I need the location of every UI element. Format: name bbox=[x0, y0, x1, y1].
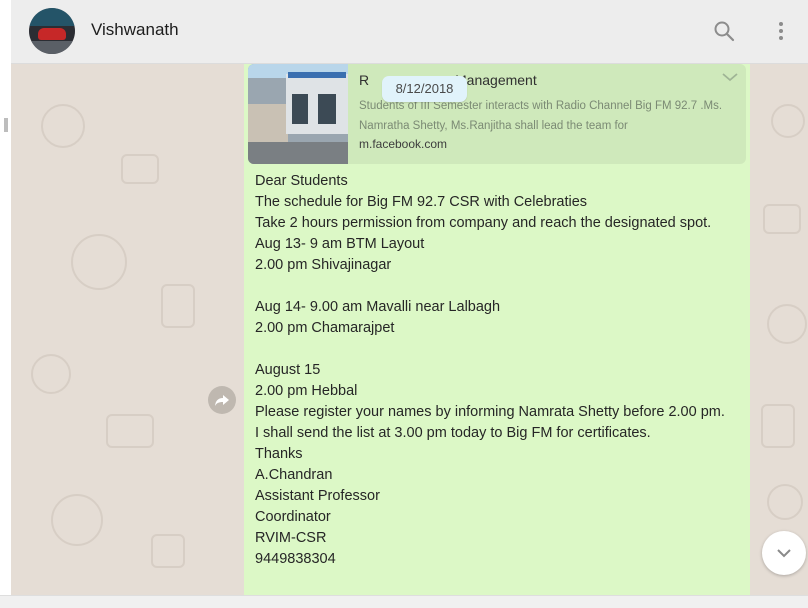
message-line: I shall send the list at 3.00 pm today t… bbox=[255, 425, 651, 441]
link-preview-description: Students of III Semester interacts with … bbox=[359, 100, 723, 132]
wallpaper-doodle bbox=[31, 354, 71, 394]
message-line: A.Chandran bbox=[255, 467, 333, 483]
wallpaper-doodle bbox=[761, 404, 795, 448]
wallpaper-doodle bbox=[106, 414, 154, 448]
avatar-road bbox=[29, 41, 75, 54]
thumb-ground bbox=[248, 142, 348, 164]
message-line: Coordinator bbox=[255, 509, 331, 525]
avatar-car bbox=[38, 28, 66, 40]
avatar-sky bbox=[29, 8, 75, 26]
wallpaper-doodle bbox=[771, 104, 805, 138]
message-line: 2.00 pm Hebbal bbox=[255, 383, 358, 399]
avatar[interactable] bbox=[29, 8, 75, 54]
message-line: 9449838304 bbox=[255, 551, 336, 567]
message-line bbox=[255, 276, 745, 297]
search-button[interactable] bbox=[709, 16, 739, 46]
wallpaper-doodle bbox=[151, 534, 185, 568]
message-menu-button[interactable] bbox=[719, 68, 741, 86]
wallpaper-doodle bbox=[767, 484, 803, 520]
message-line: Assistant Professor bbox=[255, 488, 380, 504]
message-line: RVIM-CSR bbox=[255, 530, 327, 546]
thumb-window bbox=[318, 94, 336, 124]
thumb-sign bbox=[288, 72, 346, 78]
chevron-down-icon bbox=[777, 549, 791, 558]
message-line: Aug 13- 9 am BTM Layout bbox=[255, 236, 425, 252]
message-line: Dear Students bbox=[255, 173, 348, 189]
wallpaper-doodle bbox=[71, 234, 127, 290]
gutter-marker bbox=[4, 118, 8, 132]
chevron-down-icon bbox=[722, 73, 738, 82]
link-preview[interactable]: R Management Students of III Semester in… bbox=[248, 64, 746, 164]
wallpaper-doodle bbox=[763, 204, 801, 234]
menu-button[interactable] bbox=[766, 16, 796, 46]
contact-name[interactable]: Vishwanath bbox=[91, 20, 179, 40]
message-line: Take 2 hours permission from company and… bbox=[255, 215, 712, 231]
left-gutter bbox=[0, 0, 11, 607]
link-preview-title-start: R bbox=[359, 72, 370, 88]
message-line bbox=[255, 339, 745, 360]
wallpaper-doodle bbox=[121, 154, 159, 184]
message-line: The schedule for Big FM 92.7 CSR with Ce… bbox=[255, 194, 588, 210]
message-line: 2.00 pm Chamarajpet bbox=[255, 320, 395, 336]
message-bubble[interactable]: R Management Students of III Semester in… bbox=[244, 64, 750, 595]
wallpaper-doodle bbox=[51, 494, 103, 546]
date-chip: 8/12/2018 bbox=[382, 76, 467, 102]
forward-icon bbox=[215, 395, 229, 406]
thumb-window bbox=[292, 94, 308, 124]
wallpaper-doodle bbox=[41, 104, 85, 148]
message-line: Thanks bbox=[255, 446, 303, 462]
search-icon bbox=[714, 21, 735, 42]
message-line: Aug 14- 9.00 am Mavalli near Lalbagh bbox=[255, 299, 501, 315]
composer-bar bbox=[0, 595, 808, 608]
message-line: 2.00 pm Shivajinagar bbox=[255, 257, 392, 273]
scroll-down-button[interactable] bbox=[762, 531, 806, 575]
link-preview-thumbnail bbox=[248, 64, 348, 164]
message-line: August 15 bbox=[255, 362, 321, 378]
forward-button[interactable] bbox=[208, 386, 236, 414]
message-text: Dear Students The schedule for Big FM 92.… bbox=[255, 171, 745, 570]
link-preview-url[interactable]: m.facebook.com bbox=[359, 137, 447, 151]
message-line: Please register your names by informing … bbox=[255, 404, 725, 420]
kebab-menu-icon bbox=[779, 22, 783, 40]
chat-header: Vishwanath bbox=[11, 0, 808, 64]
wallpaper-doodle bbox=[767, 304, 807, 344]
wallpaper-doodle bbox=[161, 284, 195, 328]
thumb-wall bbox=[248, 104, 288, 144]
chat-panel[interactable]: R Management Students of III Semester in… bbox=[11, 64, 808, 595]
